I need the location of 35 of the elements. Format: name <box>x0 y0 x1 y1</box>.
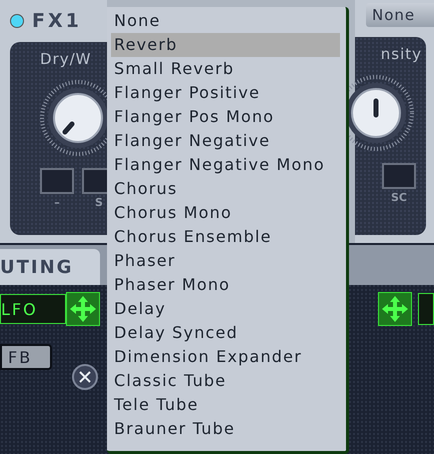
menu-item[interactable]: Flanger Positive <box>111 81 340 105</box>
box-label: S <box>95 196 103 209</box>
panel-title: FX1 <box>32 10 82 32</box>
menu-item[interactable]: Chorus Mono <box>111 201 340 225</box>
menu-item[interactable]: Tele Tube <box>111 393 340 417</box>
menu-item[interactable]: Reverb <box>111 33 340 57</box>
source-field[interactable]: LFO <box>0 294 66 324</box>
menu-item[interactable]: Phaser <box>111 249 340 273</box>
knob-label: nsity <box>380 45 422 63</box>
menu-item[interactable]: Dimension Expander <box>111 345 340 369</box>
effect-type-button[interactable]: None <box>366 3 434 27</box>
box-label: – <box>54 196 60 209</box>
menu-item[interactable]: Classic Tube <box>111 369 340 393</box>
fb-button[interactable]: FB <box>0 344 52 370</box>
source-field[interactable] <box>418 293 434 325</box>
menu-item[interactable]: Small Reverb <box>111 57 340 81</box>
menu-item[interactable]: Flanger Pos Mono <box>111 105 340 129</box>
routing-tab[interactable]: UTING <box>0 249 100 285</box>
indicator-box <box>382 163 416 189</box>
led-indicator[interactable] <box>10 14 24 28</box>
menu-item[interactable]: Chorus Ensemble <box>111 225 340 249</box>
menu-item[interactable]: Delay Synced <box>111 321 340 345</box>
menu-item[interactable]: Delay <box>111 297 340 321</box>
menu-item[interactable]: Chorus <box>111 177 340 201</box>
menu-item[interactable]: None <box>111 9 340 33</box>
menu-item[interactable]: Brauner Tube <box>111 417 340 441</box>
close-icon[interactable] <box>72 364 98 390</box>
box-label: SC <box>391 191 407 204</box>
move-icon[interactable] <box>66 292 100 326</box>
menu-item[interactable]: Phaser Mono <box>111 273 340 297</box>
knob-label: Dry/W <box>40 50 92 68</box>
menu-item[interactable]: Flanger Negative Mono <box>111 153 340 177</box>
indicator-box <box>40 168 74 194</box>
menu-item[interactable]: Flanger Negative <box>111 129 340 153</box>
move-icon[interactable] <box>378 292 412 326</box>
